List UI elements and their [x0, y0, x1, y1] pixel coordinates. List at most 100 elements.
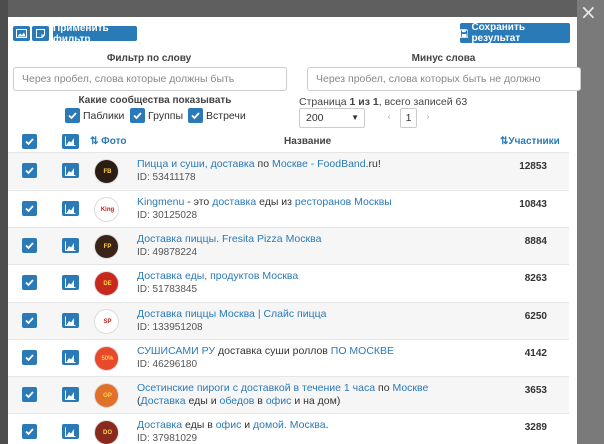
row-checkbox[interactable]	[22, 387, 37, 402]
table-row: DE Доставка еды, продуктов Москва ID: 5178…	[8, 264, 569, 301]
community-name-part: .ru!	[365, 158, 381, 170]
avatar-text: FB	[103, 169, 112, 175]
community-name[interactable]: Осетинские пироги с доставкой в течение …	[137, 382, 437, 408]
avatar[interactable]: FB	[94, 159, 119, 184]
avatar-text: DE	[103, 281, 112, 287]
row-checkbox[interactable]	[22, 275, 37, 290]
chart-icon[interactable]	[62, 387, 79, 402]
community-name-part[interactable]: СУШИСАМИ РУ	[137, 345, 218, 357]
community-name-part[interactable]: ПО МОСКВЕ	[328, 345, 394, 357]
row-checkbox[interactable]	[22, 238, 37, 253]
avatar-text: SP	[103, 319, 112, 325]
minus-words-input[interactable]: Через пробел, слова которых быть не долж…	[307, 67, 581, 91]
page-size-value: 200	[306, 112, 324, 124]
chart-icon[interactable]	[62, 350, 79, 365]
community-name-part[interactable]: Москве	[392, 382, 428, 394]
community-name[interactable]: Пицца и суши, доставка по Москве - FoodB…	[137, 158, 437, 171]
row-checkbox[interactable]	[22, 163, 37, 178]
close-icon[interactable]: ×	[580, 2, 597, 22]
community-name-part[interactable]: доставка	[212, 196, 256, 208]
chart-icon[interactable]	[62, 238, 79, 253]
save-result-label: Сохранить результат	[471, 22, 525, 44]
community-name-part: по	[254, 158, 272, 170]
current-page-button[interactable]: 1	[400, 108, 417, 128]
next-page-button[interactable]: ›	[419, 108, 437, 128]
community-name[interactable]: Доставка еды, продуктов Москва	[137, 270, 437, 283]
avatar[interactable]: 50%	[94, 346, 119, 371]
avatar[interactable]: OP	[94, 383, 119, 408]
community-name-part[interactable]: Доставка	[137, 419, 182, 431]
community-id: ID: 133951208	[137, 322, 203, 333]
checkbox-meetings[interactable]	[188, 108, 203, 123]
community-name-part[interactable]: обедов	[220, 395, 255, 407]
row-checkbox[interactable]	[22, 313, 37, 328]
community-name-part[interactable]: Доставка пиццы Москва | Слайс пицца	[137, 308, 326, 320]
community-name-part[interactable]: Осетинские пироги с доставкой в течение …	[137, 382, 375, 394]
community-name-part[interactable]: Доставка пиццы. Fresita Pizza Москва	[137, 233, 321, 245]
community-name-part[interactable]: Доставка еды, продуктов Москва	[137, 270, 298, 282]
community-name-part[interactable]: Доставка	[141, 395, 186, 407]
community-name-part: еды и	[185, 395, 220, 407]
community-name[interactable]: Kingmenu - это доставка еды из ресторано…	[137, 196, 437, 209]
community-name-part[interactable]: Пицца и суши, доставка	[137, 158, 255, 170]
page-size-select[interactable]: 200 ▼	[299, 108, 365, 128]
members-count: 8884	[524, 236, 547, 247]
save-result-button[interactable]: Сохранить результат	[460, 22, 570, 44]
word-filter-input[interactable]: Через пробел, слова которые должны быть	[13, 67, 287, 91]
select-all-checkbox[interactable]	[22, 134, 37, 149]
avatar[interactable]: DO	[94, 420, 119, 444]
members-count: 8263	[524, 273, 547, 284]
table-row: DO Доставка еды в офис и домой. Москва. ID…	[8, 413, 569, 444]
checkbox-publics[interactable]	[65, 108, 80, 123]
image-icon[interactable]	[13, 26, 30, 41]
community-name[interactable]: Доставка еды в офис и домой. Москва.	[137, 419, 437, 432]
chart-icon[interactable]	[62, 201, 79, 216]
community-name-part: и	[241, 419, 254, 431]
chart-icon[interactable]	[62, 275, 79, 290]
community-name-part: в	[254, 395, 266, 407]
chart-icon[interactable]	[62, 424, 79, 439]
pager-info: Страница 1 из 1, всего записей 63	[299, 96, 467, 108]
checkbox-groups[interactable]	[130, 108, 145, 123]
chart-icon[interactable]	[62, 163, 79, 178]
members-count: 12853	[519, 161, 547, 172]
chevron-down-icon: ▼	[351, 113, 359, 122]
column-members[interactable]: ⇅Участники	[500, 136, 560, 147]
community-name-part: доставка суши роллов	[218, 345, 328, 357]
community-name-part[interactable]: Kingmenu	[137, 196, 184, 208]
community-name-part[interactable]: офис	[266, 395, 292, 407]
checkbox-publics-label: Паблики	[83, 110, 125, 122]
avatar[interactable]: SP	[94, 309, 119, 334]
avatar[interactable]: King	[94, 197, 119, 222]
column-photo[interactable]: ⇅ Фото	[90, 136, 126, 147]
word-filter-label: Фильтр по слову	[106, 53, 192, 64]
members-count: 3653	[524, 385, 547, 396]
row-checkbox[interactable]	[22, 350, 37, 365]
pager-of: из	[355, 96, 373, 108]
chart-icon[interactable]	[62, 134, 79, 149]
sort-icon: ⇅	[90, 136, 99, 147]
community-id: ID: 53411178	[137, 172, 196, 183]
chart-icon[interactable]	[62, 313, 79, 328]
community-name[interactable]: Доставка пиццы. Fresita Pizza Москва	[137, 233, 437, 246]
community-name-part[interactable]: ресторанов Москвы	[295, 196, 392, 208]
community-name-part[interactable]: домой. Москва	[253, 419, 326, 431]
avatar-text: King	[100, 207, 115, 213]
row-checkbox[interactable]	[22, 424, 37, 439]
members-count: 10843	[519, 199, 547, 210]
communities-label: Какие сообщества показывать	[78, 95, 232, 106]
community-id: ID: 46296180	[137, 359, 198, 370]
community-name-part[interactable]: офис	[216, 419, 242, 431]
community-name[interactable]: Доставка пиццы Москва | Слайс пицца	[137, 308, 437, 321]
prev-page-button[interactable]: ‹	[380, 108, 398, 128]
community-id: ID: 30125028	[137, 210, 198, 221]
column-photo-label: Фото	[101, 136, 127, 147]
avatar[interactable]: DE	[94, 271, 119, 296]
sticky-note-icon[interactable]	[32, 26, 49, 41]
community-name[interactable]: СУШИСАМИ РУ доставка суши роллов ПО МОСК…	[137, 345, 437, 358]
apply-filter-button[interactable]: Применить фильтр	[53, 23, 137, 45]
table-row: SP Доставка пиццы Москва | Слайс пицца ID:…	[8, 302, 569, 339]
row-checkbox[interactable]	[22, 201, 37, 216]
avatar[interactable]: FP	[94, 234, 119, 259]
community-name-part[interactable]: Москве - FoodBand	[272, 158, 366, 170]
